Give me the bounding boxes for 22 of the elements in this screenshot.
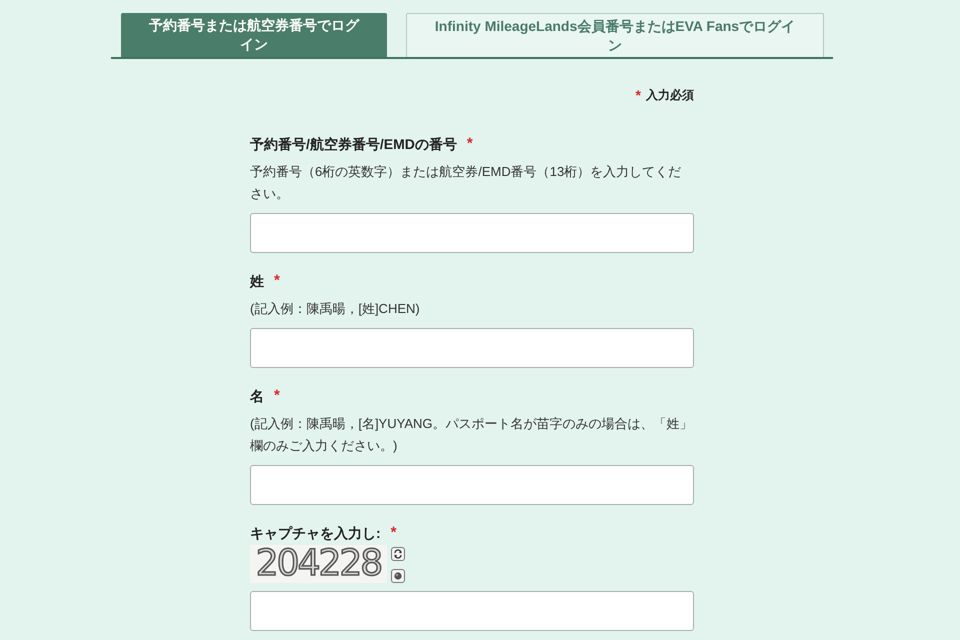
field-label: 名 [250,387,264,406]
field-hint: (記入例：陳禹暘，[姓]CHEN) [250,300,421,318]
field-label: キャプチャを入力し: [250,524,381,543]
tab[interactable]: 予約番号または航空券番号でログイン [121,13,387,57]
refresh-icon[interactable] [391,547,405,561]
disc-icon[interactable] [391,569,405,583]
required-mark: * [274,271,280,291]
required-note: 入力必須 [646,87,694,104]
input-field[interactable] [250,591,694,631]
required-mark: * [466,134,473,154]
required-mark: * [274,386,280,406]
required-mark: * [390,523,397,543]
field-hint: (記入例：陳禹暘，[名]YUYANG。パスポート名が苗字のみの場合は、「姓」欄のみご入力ください。) [250,415,694,455]
required-mark: * [636,86,641,104]
input-field[interactable] [250,213,694,253]
input-field[interactable] [250,465,694,505]
tab[interactable]: Infinity MileageLands会員番号またはEVA Fansでログイン [406,13,824,57]
captcha-text: 204228 [256,545,382,583]
field-hint: 予約番号（6桁の英数字）または航空券/EMD番号（13桁）を入力してください。 [250,163,682,203]
field-label: 姓 [250,272,264,291]
field-label: 予約番号/航空券番号/EMDの番号 [250,135,457,154]
input-field[interactable] [250,328,694,368]
